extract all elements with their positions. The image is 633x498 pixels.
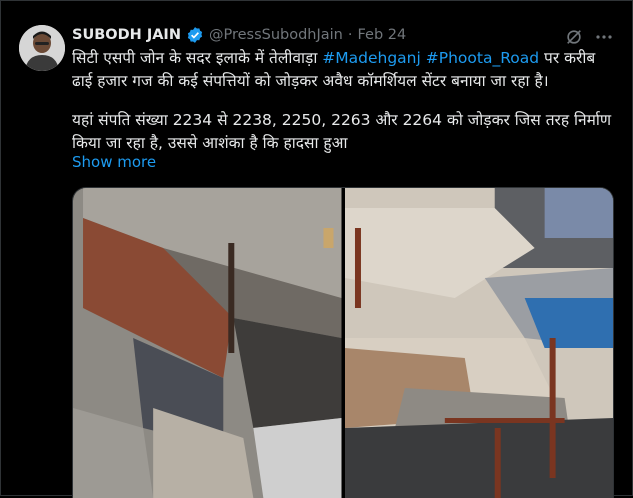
tweet-card[interactable]: SUBODH JAIN @PressSubodhJain · Feb 24 सि… [0,0,633,498]
author-name[interactable]: SUBODH JAIN [72,27,181,43]
photo-2[interactable] [344,188,613,498]
hashtag-phoota-road[interactable]: #Phoota_Road [426,49,539,67]
media-grid [72,187,614,498]
text-segment: सिटी एसपी जोन के सदर इलाके में तेलीवाड़ा [72,49,323,67]
avatar[interactable] [19,25,65,71]
hashtag-madehganj[interactable]: #Madehganj [322,49,421,67]
tweet-paragraph-1: सिटी एसपी जोन के सदर इलाके में तेलीवाड़ा… [72,47,620,93]
separator-dot: · [347,27,353,43]
verified-badge-icon [186,26,204,44]
grok-icon[interactable] [565,28,583,46]
author-handle[interactable]: @PressSubodhJain [209,27,343,43]
more-options-icon[interactable] [594,27,614,47]
tweet-text: सिटी एसपी जोन के सदर इलाके में तेलीवाड़ा… [72,47,620,155]
avatar-image [19,25,65,71]
photo-1[interactable] [73,188,342,498]
tweet-date[interactable]: Feb 24 [357,27,406,43]
tweet-header: SUBODH JAIN @PressSubodhJain · Feb 24 [72,25,406,45]
show-more-link[interactable]: Show more [72,153,156,171]
tweet-paragraph-2: यहां संपति संख्या 2234 से 2238, 2250, 22… [72,111,612,152]
